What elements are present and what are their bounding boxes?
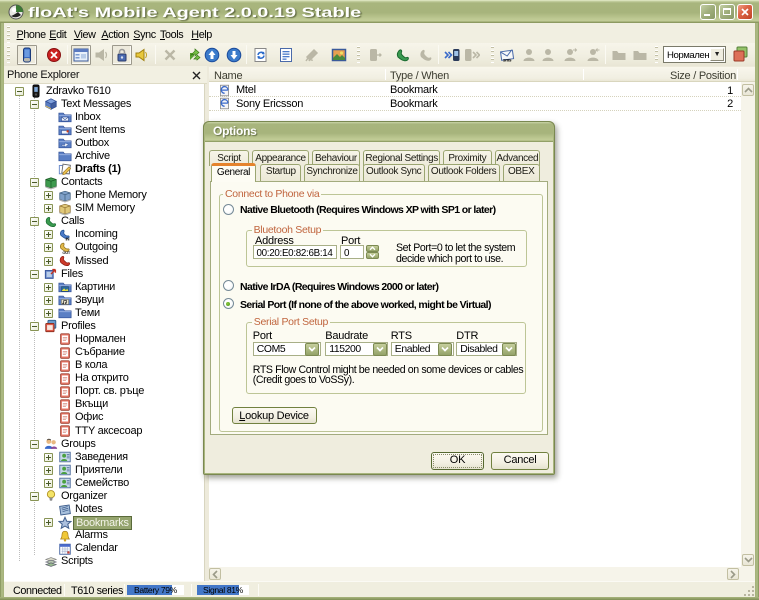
svg-text:sms: sms [503,58,512,63]
